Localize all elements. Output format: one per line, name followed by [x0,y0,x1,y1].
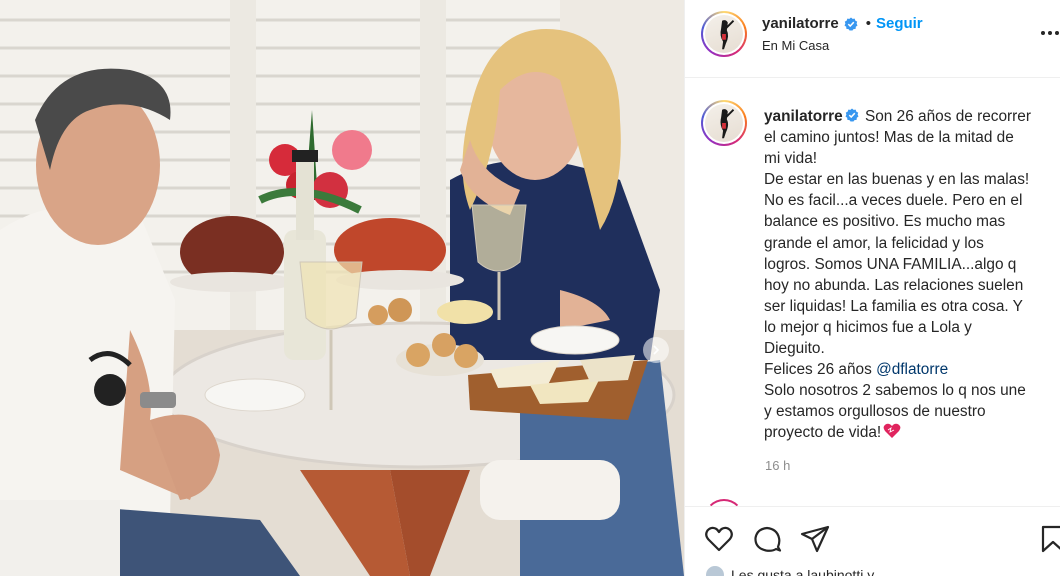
verified-badge-icon [844,17,858,31]
more-options-icon[interactable] [1041,22,1060,44]
post-actions: Les gusta a laubinotti y [685,506,1060,576]
caption-line: lo mejor q hicimos fue a Lola y [764,318,972,336]
follow-button[interactable]: Seguir [876,15,923,32]
caption-username[interactable]: yanilatorre [764,108,843,125]
caption-section: yanilatorre Son 26 años de recorrer el c… [685,78,1060,506]
like-button[interactable] [703,523,735,555]
heart-emoji-icon [883,424,901,439]
likes-summary[interactable]: Les gusta a laubinotti y [705,565,874,576]
caption-line: ser liquidas! La familia es otra cosa. Y [764,297,1023,315]
caption-line: Solo nosotros 2 sabemos lo q nos une [764,382,1026,400]
anniversary-text: Felices 26 años [764,361,877,379]
verified-badge-icon [845,108,859,122]
location-link[interactable]: En Mi Casa [762,38,829,53]
post-image [0,0,684,576]
avatar-image [720,20,735,50]
caption-line: De estar en las buenas y en las malas! [764,171,1030,189]
heart-icon [705,526,733,552]
caption-text: yanilatorre Son 26 años de recorrer el c… [764,106,1056,444]
post-photo[interactable] [0,0,684,576]
save-button[interactable] [1037,523,1060,555]
caption-line: Dieguito. [764,340,825,358]
avatar[interactable] [701,11,747,57]
post-details-panel: yanilatorre • Seguir En Mi Casa yanilato… [684,0,1060,576]
timestamp[interactable]: 16 h [765,458,790,473]
caption-line: Felices 26 años @dflatorre [764,359,1056,380]
caption-line: y estamos orgullosos de nuestro [764,403,986,421]
caption-line: logros. Somos UNA FAMILIA...algo q [764,255,1017,273]
next-comment-avatar[interactable] [704,499,744,506]
caption-line: grande el amor, la felicidad y los [764,234,984,252]
paper-plane-icon [800,525,830,553]
username-link[interactable]: yanilatorre [762,15,839,32]
carousel-next-button[interactable] [643,337,669,363]
separator-dot: • [865,15,871,32]
caption-line: el camino juntos! Mas de la mitad de [764,129,1014,147]
liker-avatar [705,565,725,576]
share-button[interactable] [799,523,831,555]
mention-link[interactable]: @dflatorre [876,361,948,378]
caption-line: hoy no abunda. Las relaciones suelen [764,276,1024,294]
chevron-right-icon [653,345,660,355]
caption-line: yanilatorre Son 26 años de recorrer [764,106,1056,127]
avatar-image [720,109,735,139]
caption-line: proyecto de vida! [764,422,1056,443]
post-header: yanilatorre • Seguir En Mi Casa [685,0,1060,78]
caption-avatar[interactable] [701,100,747,146]
comment-icon [754,526,782,552]
caption-line: mi vida! [764,150,818,168]
caption-line: balance es positivo. Es mucho mas [764,213,1006,231]
caption-line-text: proyecto de vida! [764,424,882,442]
bookmark-icon [1041,525,1060,553]
caption-line-text: Son 26 años de recorrer [864,108,1031,125]
comment-button[interactable] [751,523,783,555]
likes-text: Les gusta a laubinotti y [731,567,875,576]
header-user-row: yanilatorre • Seguir [762,15,923,32]
caption-line: No es facil...a veces duele. Pero en el [764,192,1023,210]
